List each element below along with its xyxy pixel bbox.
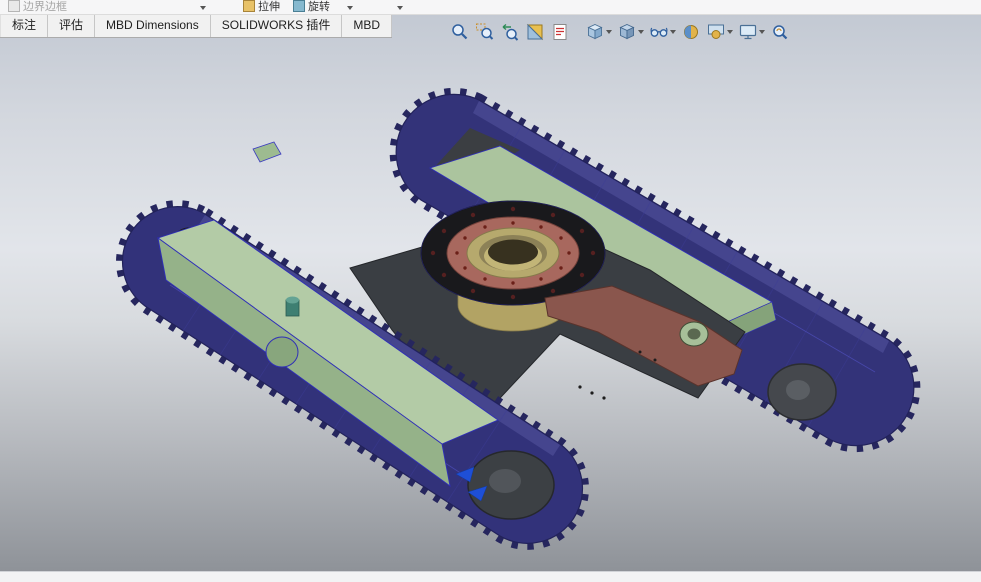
zoom-to-fit-icon [450,22,470,42]
extrude-icon [243,0,255,12]
hide-show-items-button[interactable] [648,21,677,43]
dropdown-caret [759,30,765,34]
toolbar-item-revolve[interactable]: 旋转 [293,0,330,14]
heads-up-view-toolbar [449,21,791,43]
dropdown-caret[interactable] [347,6,353,10]
previous-view-button[interactable] [499,21,521,43]
tab-solidworks-addins[interactable]: SOLIDWORKS 插件 [211,15,343,37]
graphics-area[interactable] [0,15,981,572]
view-settings-button[interactable] [737,21,766,43]
edit-appearance-icon [681,22,701,42]
magnifying-glass-button[interactable] [769,21,791,43]
view-settings-icon [738,22,758,42]
bounding-box-icon [8,0,20,12]
tab-mbd-dimensions[interactable]: MBD Dimensions [95,15,211,37]
revolve-icon [293,0,305,12]
section-view-button[interactable] [524,21,546,43]
commandmanager-tabs: 标注 评估 MBD Dimensions SOLIDWORKS 插件 MBD [0,15,392,38]
dropdown-caret[interactable] [397,6,403,10]
zoom-to-area-button[interactable] [474,21,496,43]
toolbar-item-extrude-label: 拉伸 [258,0,280,14]
display-style-button[interactable] [616,21,645,43]
dropdown-caret [727,30,733,34]
previous-view-icon [500,22,520,42]
section-view-icon [525,22,545,42]
small-green-block[interactable] [253,142,281,162]
zoom-to-area-icon [475,22,495,42]
apply-scene-button[interactable] [705,21,734,43]
toolbar-item-bounding-box-label: 边界边框 [23,0,67,14]
dropdown-caret [638,30,644,34]
view-orientation-button[interactable] [584,21,613,43]
model-crawler-undercarriage[interactable] [0,15,981,572]
dynamic-annotation-views-button[interactable] [549,21,571,43]
zoom-to-fit-button[interactable] [449,21,471,43]
dropdown-caret [606,30,612,34]
dropdown-caret[interactable] [200,6,206,10]
magnifying-glass-icon [770,22,790,42]
hide-show-items-icon [649,22,669,42]
command-toolbar-row: 边界边框 拉伸 旋转 [0,0,981,15]
status-bar [0,571,981,582]
toolbar-item-extrude[interactable]: 拉伸 [243,0,280,14]
dynamic-annotation-views-icon [550,22,570,42]
tab-annotation[interactable]: 标注 [0,15,48,37]
tab-mbd[interactable]: MBD [342,15,392,37]
command-toolbar-partial: 边界边框 拉伸 旋转 [0,0,981,15]
dropdown-caret [670,30,676,34]
edit-appearance-button[interactable] [680,21,702,43]
toolbar-item-bounding-box: 边界边框 [8,0,67,14]
view-orientation-icon [585,22,605,42]
apply-scene-icon [706,22,726,42]
display-style-icon [617,22,637,42]
front-drive-wheel[interactable] [468,451,554,519]
beam-hole [266,337,298,367]
toolbar-item-revolve-label: 旋转 [308,0,330,14]
slewing-bearing[interactable] [421,201,605,305]
tab-evaluate[interactable]: 评估 [48,15,95,37]
beam-fitting [286,297,299,317]
